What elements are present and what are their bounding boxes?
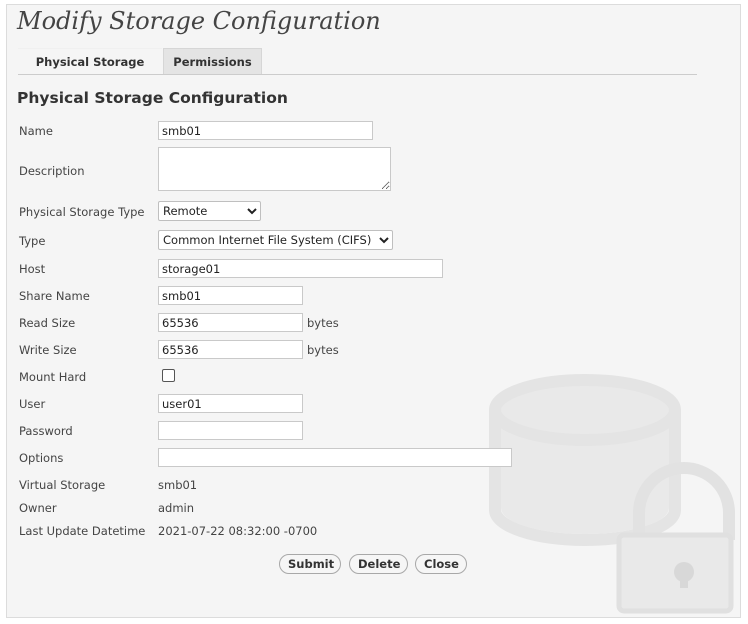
read-size-label: Read Size	[19, 316, 76, 330]
last-update-value: 2021-07-22 08:32:00 -0700	[158, 524, 318, 538]
write-size-input[interactable]	[158, 340, 303, 359]
last-update-label: Last Update Datetime	[19, 524, 146, 538]
name-input[interactable]	[158, 121, 373, 140]
description-label: Description	[19, 164, 85, 178]
submit-button[interactable]: Submit	[279, 554, 341, 574]
tab-physical-storage[interactable]: Physical Storage	[18, 48, 162, 74]
host-input[interactable]	[158, 259, 443, 278]
page-title: Modify Storage Configuration	[17, 7, 381, 35]
user-input[interactable]	[158, 394, 303, 413]
virtual-storage-value: smb01	[158, 478, 198, 492]
type-label: Type	[19, 234, 46, 248]
section-title: Physical Storage Configuration	[17, 89, 288, 107]
share-name-input[interactable]	[158, 286, 303, 305]
read-size-unit: bytes	[307, 316, 339, 330]
mount-hard-checkbox[interactable]	[162, 369, 175, 382]
delete-button[interactable]: Delete	[349, 554, 408, 574]
host-label: Host	[19, 262, 46, 276]
type-select[interactable]: Common Internet File System (CIFS)	[158, 230, 393, 250]
password-input[interactable]	[158, 421, 303, 440]
description-textarea[interactable]	[158, 147, 391, 191]
read-size-input[interactable]	[158, 313, 303, 332]
virtual-storage-label: Virtual Storage	[19, 478, 106, 492]
tab-bar: Physical Storage Permissions	[18, 48, 697, 75]
close-button[interactable]: Close	[415, 554, 467, 574]
owner-label: Owner	[19, 501, 57, 515]
physical-storage-type-label: Physical Storage Type	[19, 205, 145, 219]
write-size-unit: bytes	[307, 343, 339, 357]
write-size-label: Write Size	[19, 343, 77, 357]
options-label: Options	[19, 451, 64, 465]
name-label: Name	[19, 124, 53, 138]
tab-permissions[interactable]: Permissions	[163, 48, 262, 74]
user-label: User	[19, 397, 46, 411]
options-input[interactable]	[158, 448, 512, 467]
mount-hard-label: Mount Hard	[19, 370, 87, 384]
locked-storage-icon	[489, 374, 735, 614]
password-label: Password	[19, 424, 73, 438]
owner-value: admin	[158, 501, 195, 515]
share-name-label: Share Name	[19, 289, 90, 303]
storage-config-panel: Modify Storage Configuration Physical St…	[6, 4, 741, 618]
physical-storage-type-select[interactable]: Remote	[158, 201, 261, 221]
